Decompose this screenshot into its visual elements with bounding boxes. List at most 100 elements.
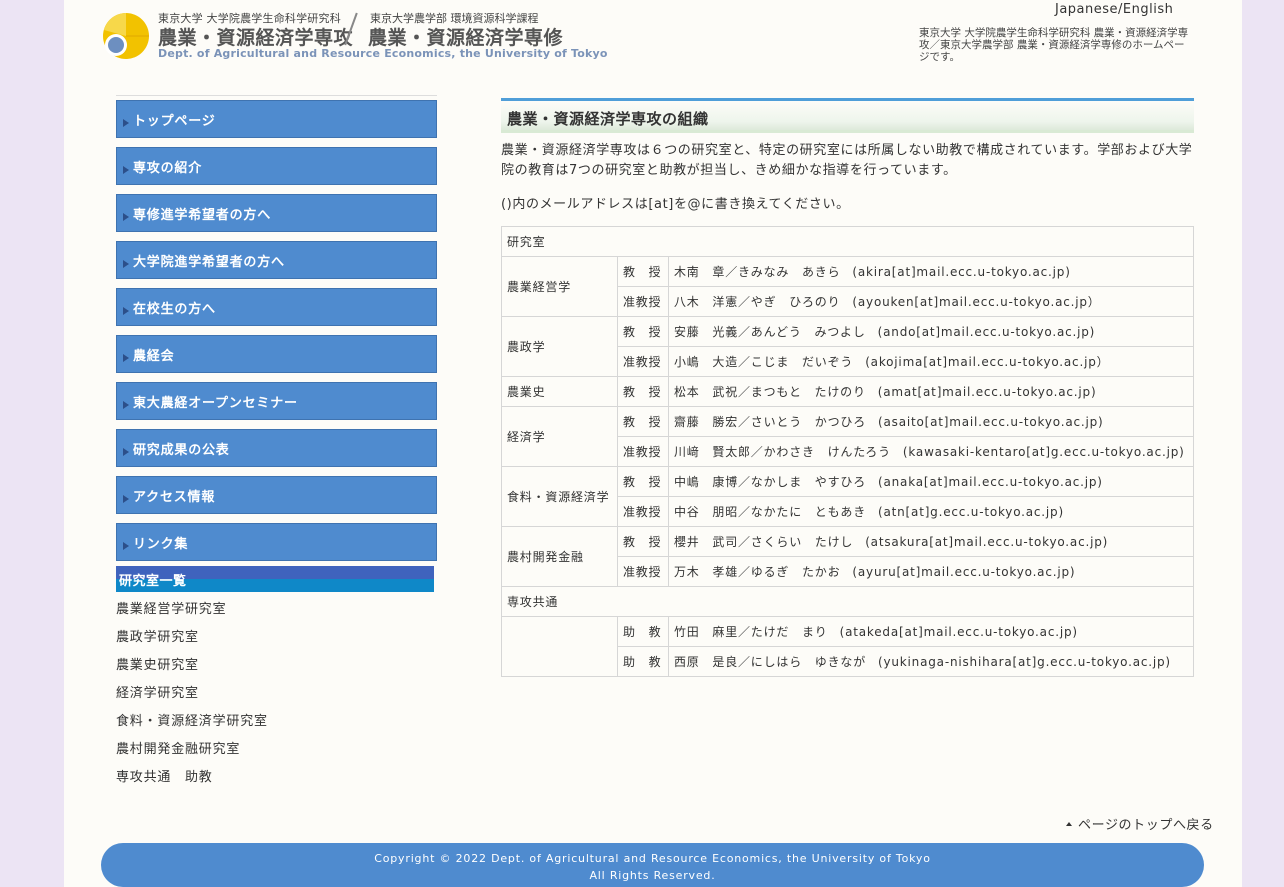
nav-item-links[interactable]: リンク集	[116, 523, 437, 561]
labs-heading: 研究室一覧	[116, 566, 434, 592]
copyright-text: Copyright © 2022 Dept. of Agricultural a…	[374, 852, 931, 865]
nav-divider	[116, 95, 437, 96]
member-name: 中谷 朋昭／なかたに ともあき	[674, 505, 867, 519]
member-cell: 八木 洋憲／やぎ ひろのり (ayouken[at]mail.ecc.u-toky…	[668, 286, 1194, 317]
triangle-right-icon	[123, 119, 129, 127]
member-cell: 小嶋 大造／こじま だいぞう (akojima[at]mail.ecc.u-tok…	[668, 346, 1194, 377]
labs-list: 農業経営学研究室 農政学研究室 農業史研究室 経済学研究室 食料・資源経済学研究…	[116, 601, 268, 797]
nav-item-label: 在校生の方へ	[133, 301, 216, 317]
member-email: (ayouken[at]mail.ecc.u-tokyo.ac.jp）	[852, 295, 1101, 309]
table-row: 農村開発金融 教 授 櫻井 武司／さくらい たけし (atsakura[at]ma…	[501, 526, 1194, 587]
member-cell: 木南 章／きみなみ あきら (akira[at]mail.ecc.u-tokyo.…	[668, 256, 1194, 287]
lab-link[interactable]: 農村開発金融研究室	[116, 741, 268, 769]
member-cell: 中谷 朋昭／なかたに ともあき (atn[at]g.ecc.u-tokyo.ac.…	[668, 496, 1194, 527]
role-cell: 教 授	[617, 466, 669, 497]
table-row: 研究室	[501, 226, 1194, 257]
table-row: 農業経営学 教 授 木南 章／きみなみ あきら (akira[at]mail.ec…	[501, 256, 1194, 317]
footer: Copyright © 2022 Dept. of Agricultural a…	[101, 843, 1204, 887]
main-content: 農業・資源経済学専攻の組織 農業・資源経済学専攻は６つの研究室と、特定の研究室に…	[501, 98, 1194, 677]
role-cell: 准教授	[617, 346, 669, 377]
lab-link[interactable]: 経済学研究室	[116, 685, 268, 713]
triangle-right-icon	[123, 495, 129, 503]
member-email: (ando[at]mail.ecc.u-tokyo.ac.jp)	[877, 325, 1096, 339]
site-logo[interactable]: 東京大学 大学院農学生命科学研究科 東京大学農学部 環境資源科学課程 農業・資源…	[102, 10, 607, 62]
triangle-right-icon	[123, 307, 129, 315]
intro-text: 農業・資源経済学専攻は６つの研究室と、特定の研究室には所属しない助教で構成されて…	[501, 143, 1193, 178]
role-cell: 准教授	[617, 556, 669, 587]
rights-text: All Rights Reserved.	[589, 869, 716, 882]
nav-item-label: 専修進学希望者の方へ	[133, 207, 272, 223]
role-cell: 教 授	[617, 406, 669, 437]
nav-item-label: リンク集	[133, 536, 189, 552]
nav-item-top-page[interactable]: トップページ	[116, 100, 437, 138]
table-header: 研究室	[501, 226, 1194, 257]
member-cell: 竹田 麻里／たけだ まり (atakeda[at]mail.ecc.u-tokyo…	[668, 616, 1194, 647]
triangle-right-icon	[123, 213, 129, 221]
lab-name-cell: 経済学	[501, 406, 618, 467]
lab-link[interactable]: 農政学研究室	[116, 629, 268, 657]
member-cell: 安藤 光義／あんどう みつよし (ando[at]mail.ecc.u-tokyo…	[668, 316, 1194, 347]
member-name: 中嶋 康博／なかしま やすひろ	[674, 475, 867, 489]
triangle-right-icon	[123, 354, 129, 362]
table-row: 農業史 教 授 松本 武祝／まつもと たけのり (amat[at]mail.ecc…	[501, 376, 1194, 407]
member-cell: 齋藤 勝宏／さいとう かつひろ (asaito[at]mail.ecc.u-tok…	[668, 406, 1194, 437]
lab-link[interactable]: 食料・資源経済学研究室	[116, 713, 268, 741]
nav-item-label: アクセス情報	[133, 489, 216, 505]
member-cell: 西原 是良／にしはら ゆきなが (yukinaga-nishihara[at]g.…	[668, 646, 1194, 677]
member-name: 八木 洋憲／やぎ ひろのり	[674, 295, 841, 309]
nav-item-label: 東大農経オープンセミナー	[133, 395, 298, 411]
member-email: (kawasaki-kentaro[at]g.ecc.u-tokyo.ac.jp…	[902, 445, 1185, 459]
table-row: 農政学 教 授 安藤 光義／あんどう みつよし (ando[at]mail.ecc…	[501, 316, 1194, 377]
member-email: (atsakura[at]mail.ecc.u-tokyo.ac.jp)	[865, 535, 1109, 549]
member-name: 川﨑 賢太郎／かわさき けんたろう	[674, 445, 891, 459]
table-row: 専攻共通	[501, 586, 1194, 617]
lab-link[interactable]: 農業史研究室	[116, 657, 268, 685]
member-email: (anaka[at]mail.ecc.u-tokyo.ac.jp)	[878, 475, 1103, 489]
lab-name-cell: 農村開発金融	[501, 526, 618, 587]
lab-name-cell: 農政学	[501, 316, 618, 377]
nav-item-label: 大学院進学希望者の方へ	[133, 254, 285, 270]
nav-item-grad-applicants[interactable]: 大学院進学希望者の方へ	[116, 241, 437, 279]
member-name: 小嶋 大造／こじま だいぞう	[674, 355, 854, 369]
lab-name-cell: 農業史	[501, 376, 618, 407]
member-cell: 松本 武祝／まつもと たけのり (amat[at]mail.ecc.u-tokyo…	[668, 376, 1194, 407]
lab-link[interactable]: 専攻共通 助教	[116, 769, 268, 797]
lab-name-cell: 食料・資源経済学	[501, 466, 618, 527]
member-cell: 櫻井 武司／さくらい たけし (atsakura[at]mail.ecc.u-to…	[668, 526, 1194, 557]
nav-item-alumni[interactable]: 農経会	[116, 335, 437, 373]
sidebar-nav: トップページ 専攻の紹介 専修進学希望者の方へ 大学院進学希望者の方へ 在校生の…	[116, 95, 437, 570]
nav-item-undergrad-applicants[interactable]: 専修進学希望者の方へ	[116, 194, 437, 232]
lab-name-cell: 農業経営学	[501, 256, 618, 317]
nav-item-label: 専攻の紹介	[133, 160, 203, 176]
nav-item-publications[interactable]: 研究成果の公表	[116, 429, 437, 467]
role-cell: 教 授	[617, 316, 669, 347]
member-name: 万木 孝雄／ゆるぎ たかお	[674, 565, 841, 579]
email-note: ()内のメールアドレスは[at]を@に書き換えてください。	[501, 197, 850, 212]
member-email: (asaito[at]mail.ecc.u-tokyo.ac.jp)	[878, 415, 1104, 429]
page-title: 農業・資源経済学専攻の組織	[501, 98, 1194, 133]
triangle-right-icon	[123, 448, 129, 456]
language-link[interactable]: Japanese/English	[1055, 2, 1173, 17]
nav-item-open-seminar[interactable]: 東大農経オープンセミナー	[116, 382, 437, 420]
logo-english: Dept. of Agricultural and Resource Econo…	[158, 47, 608, 60]
nav-item-label: トップページ	[133, 113, 216, 129]
triangle-right-icon	[123, 260, 129, 268]
back-to-top-link[interactable]: ページのトップへ戻る	[1066, 814, 1214, 833]
arrow-up-icon	[1066, 821, 1072, 826]
nav-item-about[interactable]: 専攻の紹介	[116, 147, 437, 185]
member-name: 安藤 光義／あんどう みつよし	[674, 325, 866, 339]
staff-table: 研究室 農業経営学 教 授 木南 章／きみなみ あきら (akira[at]mai…	[501, 226, 1194, 677]
role-cell: 教 授	[617, 376, 669, 407]
member-name: 木南 章／きみなみ あきら	[674, 265, 841, 279]
role-cell: 教 授	[617, 256, 669, 287]
nav-item-label: 農経会	[133, 348, 175, 364]
member-cell: 川﨑 賢太郎／かわさき けんたろう (kawasaki-kentaro[at]g.…	[668, 436, 1194, 467]
member-name: 櫻井 武司／さくらい たけし	[674, 535, 854, 549]
member-cell: 中嶋 康博／なかしま やすひろ (anaka[at]mail.ecc.u-toky…	[668, 466, 1194, 497]
nav-item-current-students[interactable]: 在校生の方へ	[116, 288, 437, 326]
member-email: (yukinaga-nishihara[at]g.ecc.u-tokyo.ac.…	[878, 655, 1171, 669]
lab-name-cell	[501, 616, 618, 677]
member-name: 松本 武祝／まつもと たけのり	[674, 385, 866, 399]
lab-link[interactable]: 農業経営学研究室	[116, 601, 268, 629]
nav-item-access[interactable]: アクセス情報	[116, 476, 437, 514]
